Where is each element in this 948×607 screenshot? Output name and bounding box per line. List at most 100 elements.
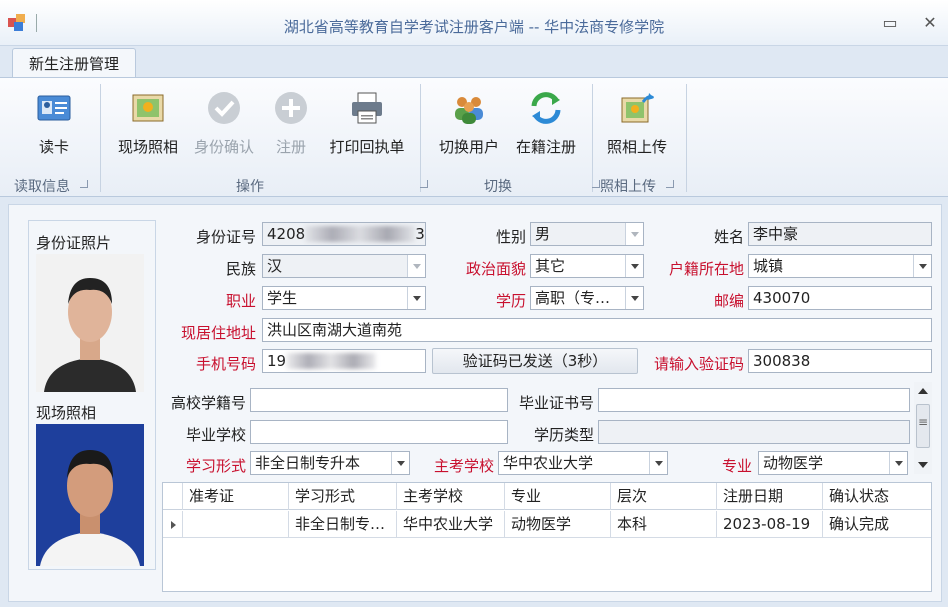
column-header[interactable]: 确认状态 [823,483,931,510]
major-select[interactable]: 动物医学 [758,451,908,475]
table-cell: 动物医学 [505,511,611,538]
chevron-down-icon [625,287,643,309]
group-launcher-icon[interactable] [80,180,88,188]
chevron-down-icon [649,452,667,474]
grad-school-label: 毕业学校 [185,426,246,444]
group-separator [100,84,101,192]
group-label-photo-upload: 照相上传 [596,176,674,196]
photo-frame-icon [130,90,166,126]
household-select[interactable]: 城镇 [748,254,932,278]
register-label: 注册 [275,138,306,156]
group-separator [420,84,421,192]
gender-select[interactable]: 男 [530,222,644,246]
college-no-field[interactable] [250,388,508,412]
address-label: 现居住地址 [180,324,256,342]
registration-table: 准考证 学习形式 主考学校 专业 层次 注册日期 确认状态 非全日制专… 华中农… [162,482,932,592]
photo-upload-button[interactable]: 照相上传 [602,86,672,166]
print-receipt-label: 打印回执单 [329,138,405,156]
phone-label: 手机号码 [195,355,256,373]
diploma-no-label: 毕业证书号 [518,394,594,412]
political-select[interactable]: 其它 [530,254,644,278]
read-card-button[interactable]: 读卡 [22,86,86,166]
group-separator [592,84,593,192]
id-confirm-label: 身份确认 [193,138,254,156]
education-label: 学历 [495,292,526,310]
diploma-no-field[interactable] [598,388,910,412]
scroll-down-icon[interactable] [918,462,928,468]
users-icon [451,90,487,126]
switch-user-button[interactable]: 切换用户 [434,86,504,166]
study-form-select[interactable]: 非全日制专升本 [250,451,410,475]
column-header[interactable]: 专业 [505,483,611,510]
ribbon: 读卡 读取信息 现场照相 身份确认 注册 打印回执单 操作 切换用户 在籍注册 … [0,77,948,197]
column-header[interactable]: 准考证 [183,483,289,510]
verify-code-field[interactable]: 300838 [748,349,932,373]
enrolled-register-button[interactable]: 在籍注册 [510,86,582,166]
education-select[interactable]: 高职（专… [530,286,644,310]
id-confirm-button[interactable]: 身份确认 [188,86,260,166]
id-number-label: 身份证号 [195,228,256,246]
phone-field[interactable]: 19 [262,349,426,373]
occupation-label: 职业 [225,292,256,310]
table-cell: 华中农业大学 [397,511,505,538]
refresh-icon [528,90,564,126]
group-label-read-info: 读取信息 [10,176,88,196]
postcode-field[interactable]: 430070 [748,286,932,310]
print-receipt-button[interactable]: 打印回执单 [324,86,410,166]
table-cell: 确认完成 [829,515,890,533]
window-title: 湖北省高等教育自学考试注册客户端 -- 华中法商专修学院 [283,18,665,36]
table-header: 准考证 学习形式 主考学校 专业 层次 注册日期 确认状态 [163,483,931,510]
scene-photo-label: 现场照相 [36,404,97,422]
photo-upload-icon [619,90,655,126]
table-row[interactable]: 非全日制专… 华中农业大学 动物医学 本科 2023-08-19 确认完成 [163,511,931,538]
id-photo [36,254,144,392]
tab-new-student-registration[interactable]: 新生注册管理 [12,48,136,79]
title-bar: 湖北省高等教育自学考试注册客户端 -- 华中法商专修学院 ▭ ✕ [0,0,948,46]
switch-user-label: 切换用户 [438,138,499,156]
chevron-down-icon [407,255,425,277]
column-header[interactable]: 主考学校 [397,483,505,510]
photo-upload-label: 照相上传 [606,138,667,156]
group-label-operation: 操作 [236,179,264,195]
redaction-blur [286,352,377,369]
form-scrollbar[interactable] [914,382,932,474]
group-label-switch: 切换 [484,179,512,195]
name-field[interactable]: 李中豪 [748,222,932,246]
group-launcher-icon[interactable] [420,180,428,188]
grad-school-field[interactable] [250,420,508,444]
college-no-label: 高校学籍号 [170,394,246,412]
household-label: 户籍所在地 [668,260,744,278]
major-label: 专业 [721,457,752,475]
header-corner [163,483,183,510]
chevron-down-icon [913,255,931,277]
occupation-select[interactable]: 学生 [262,286,426,310]
address-field[interactable]: 洪山区南湖大道南苑 [262,318,932,342]
close-button[interactable]: ✕ [920,14,940,32]
id-number-field[interactable]: 420833 [262,222,426,246]
id-card-icon [36,90,72,126]
minimize-button[interactable]: ▭ [880,14,900,32]
group-launcher-icon[interactable] [666,180,674,188]
checkmark-icon [206,90,242,126]
table-cell [183,511,289,538]
column-header[interactable]: 注册日期 [717,483,823,510]
scroll-thumb[interactable] [916,404,930,448]
chevron-down-icon [407,287,425,309]
id-photo-label: 身份证照片 [36,234,112,252]
edu-type-field[interactable] [598,420,910,444]
main-school-select[interactable]: 华中农业大学 [498,451,668,475]
column-header[interactable]: 层次 [611,483,717,510]
study-form-label: 学习形式 [185,457,246,475]
verify-code-label: 请输入验证码 [653,355,744,373]
chevron-down-icon [625,255,643,277]
send-code-button[interactable]: 验证码已发送（3秒） [432,348,638,374]
redaction-blur [305,225,416,242]
table-cell: 2023-08-19 [717,511,823,538]
photo-button[interactable]: 现场照相 [112,86,184,166]
register-button[interactable]: 注册 [266,86,316,166]
ethnicity-select[interactable]: 汉 [262,254,426,278]
edu-type-label: 学历类型 [533,426,594,444]
scroll-up-icon[interactable] [918,388,928,394]
column-header[interactable]: 学习形式 [289,483,397,510]
row-selector[interactable] [163,511,183,538]
